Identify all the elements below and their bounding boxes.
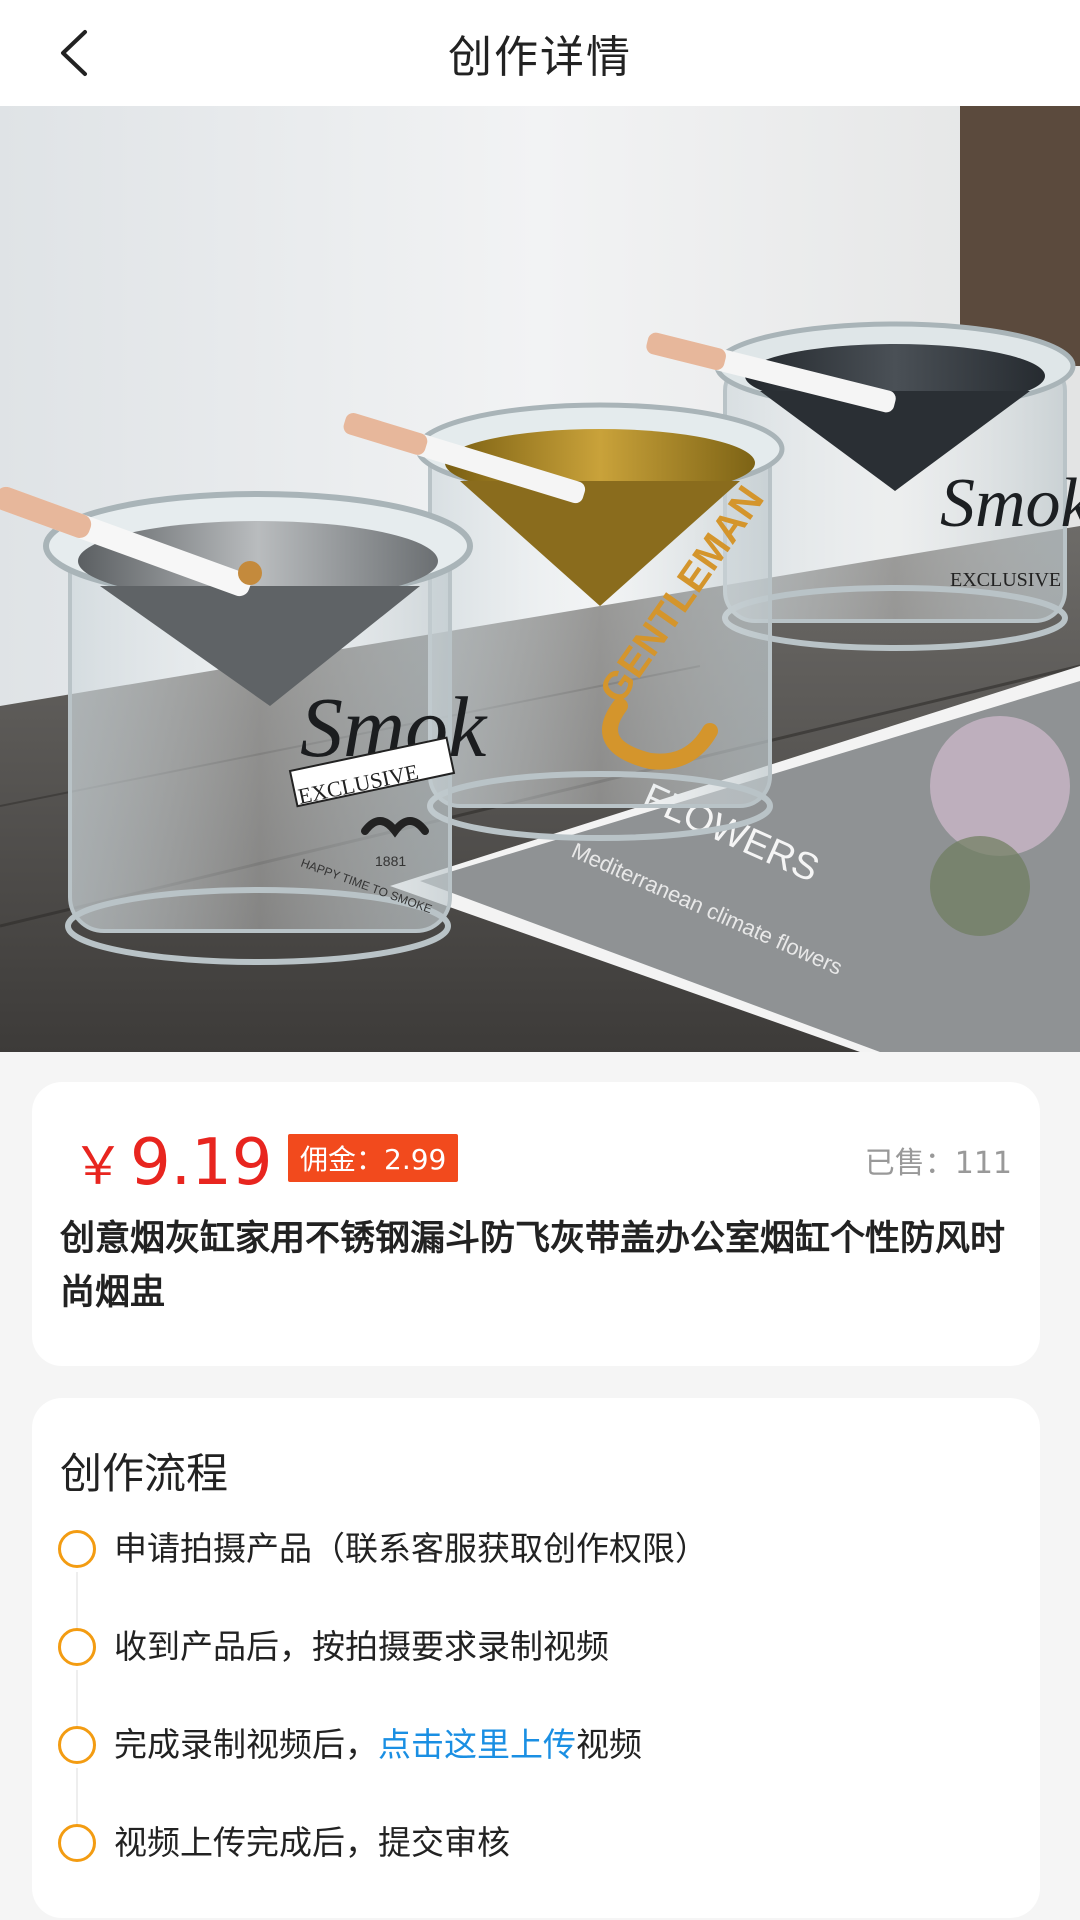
step-text: 收到产品后，按拍摄要求录制视频 (114, 1627, 609, 1666)
step-text: 申请拍摄产品（联系客服获取创作权限） (114, 1529, 708, 1568)
back-button[interactable] (40, 20, 110, 86)
top-bar: 创作详情 (0, 0, 1080, 106)
flow-steps: 申请拍摄产品（联系客服获取创作权限） 收到产品后，按拍摄要求录制视频 完成录制视… (58, 1526, 1008, 1918)
flow-step: 视频上传完成后，提交审核 (58, 1820, 1008, 1918)
flow-step: 收到产品后，按拍摄要求录制视频 (58, 1624, 1008, 1726)
step-connector (76, 1670, 78, 1726)
step-circle-icon (58, 1530, 96, 1568)
commission-badge: 佣金：2.99 (288, 1134, 459, 1182)
product-info-card: ￥ 9.19 佣金：2.99 已售：111 创意烟灰缸家用不锈钢漏斗防飞灰带盖办… (32, 1082, 1040, 1366)
flow-step: 完成录制视频后，点击这里上传视频 (58, 1722, 1008, 1824)
product-photo: FLOWERS Mediterranean climate flowers Sm… (0, 106, 1080, 1052)
step-text: 视频上传完成后，提交审核 (114, 1823, 510, 1862)
step-circle-icon (58, 1824, 96, 1862)
product-title: 创意烟灰缸家用不锈钢漏斗防飞灰带盖办公室烟缸个性防风时尚烟盅 (60, 1219, 1006, 1313)
right-jar-script: Smok (940, 465, 1080, 542)
step-connector (76, 1572, 78, 1628)
step-connector (76, 1768, 78, 1824)
price: ￥ 9.19 (72, 1124, 273, 1200)
step-circle-icon (58, 1726, 96, 1764)
step-text: 完成录制视频后，点击这里上传视频 (114, 1722, 642, 1768)
currency-symbol: ￥ (72, 1137, 125, 1197)
price-value: 9.19 (130, 1126, 273, 1200)
page-title: 创作详情 (448, 32, 632, 83)
flow-step: 申请拍摄产品（联系客服获取创作权限） (58, 1526, 1008, 1628)
chevron-left-icon (61, 30, 87, 76)
product-image[interactable]: FLOWERS Mediterranean climate flowers Sm… (0, 106, 1080, 1052)
page: 创作详情 FLOWERS Mediterranean climate flowe… (0, 0, 1080, 1920)
right-jar-label: EXCLUSIVE (950, 569, 1061, 591)
flow-title: 创作流程 (60, 1449, 229, 1498)
step-circle-icon (58, 1628, 96, 1666)
step-text-before: 完成录制视频后， (114, 1725, 378, 1764)
left-jar-year: 1881 (375, 853, 406, 869)
step-text-after: 视频 (576, 1725, 642, 1764)
upload-link[interactable]: 点击这里上传 (378, 1725, 576, 1764)
creation-flow-card: 创作流程 申请拍摄产品（联系客服获取创作权限） 收到产品后，按拍摄要求录制视频 … (32, 1398, 1040, 1918)
sold-count: 已售：111 (864, 1146, 1012, 1181)
